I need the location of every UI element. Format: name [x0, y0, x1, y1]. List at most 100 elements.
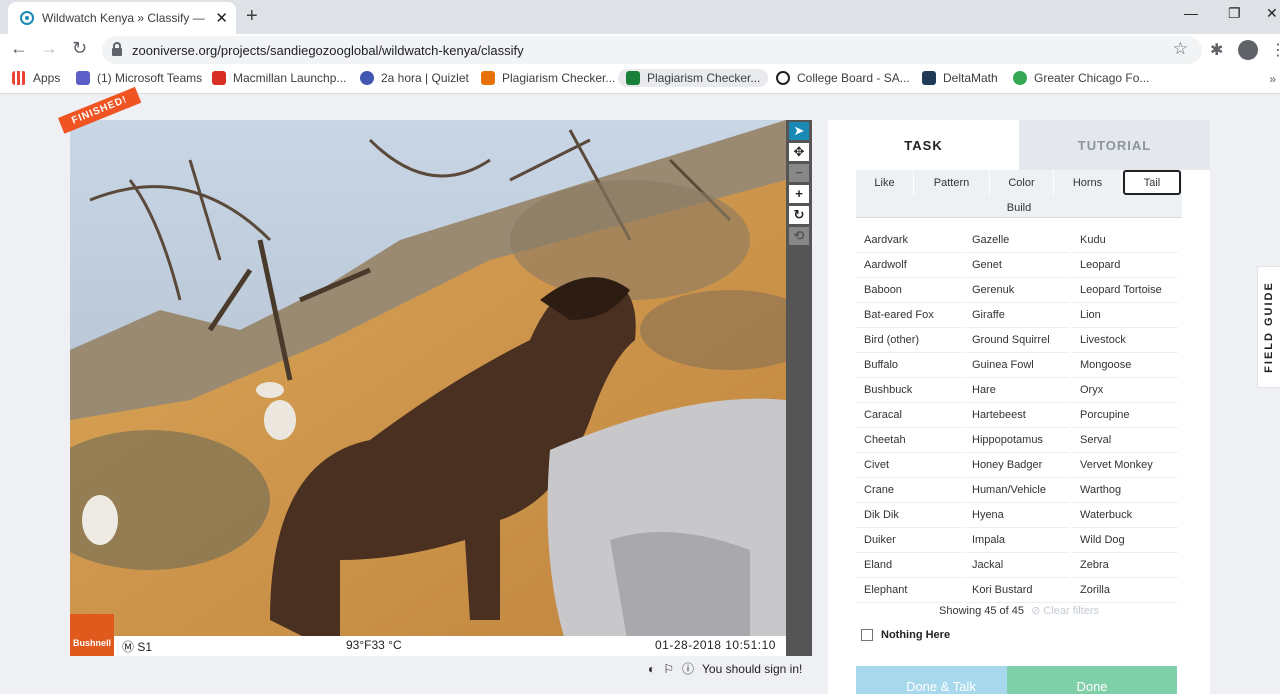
species-choice[interactable]: Oryx: [1072, 378, 1178, 403]
zoom-in-icon[interactable]: +: [789, 185, 809, 203]
species-choice[interactable]: Hyena: [964, 503, 1070, 528]
species-choice[interactable]: Guinea Fowl: [964, 353, 1070, 378]
filter-tail[interactable]: Tail: [1123, 170, 1181, 195]
species-choice[interactable]: Aardwolf: [856, 253, 962, 278]
species-choice[interactable]: Dik Dik: [856, 503, 962, 528]
species-choice[interactable]: Baboon: [856, 278, 962, 303]
species-choice[interactable]: Impala: [964, 528, 1070, 553]
filter-build[interactable]: Build: [856, 195, 1182, 220]
species-choice[interactable]: Serval: [1072, 428, 1178, 453]
bookmark-college-board[interactable]: College Board - SA...: [776, 71, 910, 85]
bookmark-quizlet[interactable]: 2a hora | Quizlet: [360, 71, 469, 85]
back-icon[interactable]: ←: [10, 38, 28, 59]
done-talk-button[interactable]: Done & Talk: [856, 666, 1026, 694]
restore-icon[interactable]: ❐: [1228, 5, 1241, 22]
flag-icon[interactable]: ⚐: [663, 662, 674, 676]
species-choice[interactable]: Hartebeest: [964, 403, 1070, 428]
species-choice[interactable]: Jackal: [964, 553, 1070, 578]
bookmark-plagiarism-1[interactable]: Plagiarism Checker...: [481, 71, 615, 85]
species-choice[interactable]: Caracal: [856, 403, 962, 428]
extensions-puzzle-icon[interactable]: ✱: [1210, 40, 1223, 60]
bookmark-star-icon[interactable]: ☆: [1173, 39, 1188, 59]
address-bar[interactable]: zooniverse.org/projects/sandiegozoogloba…: [102, 36, 1202, 64]
info-icon[interactable]: ⓘ: [682, 660, 694, 677]
species-choice[interactable]: Kudu: [1072, 228, 1178, 253]
pan-tool-icon[interactable]: ✥: [789, 143, 809, 161]
bookmark-plagiarism-2[interactable]: Plagiarism Checker...: [618, 69, 769, 87]
species-choice[interactable]: Zorilla: [1072, 578, 1178, 603]
species-choice[interactable]: Crane: [856, 478, 962, 503]
subject-image[interactable]: Bushnell Ⓜ S1 93°F33 °C 01-28-2018 10:51…: [70, 120, 786, 656]
more-bookmarks-icon[interactable]: »: [1269, 72, 1276, 86]
bookmark-macmillan[interactable]: Macmillan Launchp...: [212, 71, 346, 85]
species-choice[interactable]: Bushbuck: [856, 378, 962, 403]
minimize-icon[interactable]: —: [1184, 5, 1198, 21]
tab-title: Wildwatch Kenya » Classify — Zooniverse: [42, 11, 207, 25]
reload-icon[interactable]: ↻: [72, 38, 87, 59]
bookmark-teams[interactable]: (1) Microsoft Teams: [76, 71, 202, 85]
species-choice[interactable]: Honey Badger: [964, 453, 1070, 478]
checkbox-box[interactable]: [861, 629, 873, 641]
species-choice[interactable]: Giraffe: [964, 303, 1070, 328]
url-text: zooniverse.org/projects/sandiegozoogloba…: [132, 42, 524, 58]
species-choice[interactable]: Porcupine: [1072, 403, 1178, 428]
species-choice[interactable]: Elephant: [856, 578, 962, 603]
nothing-here-checkbox[interactable]: Nothing Here: [861, 629, 950, 641]
species-choice[interactable]: Hare: [964, 378, 1070, 403]
profile-avatar-icon[interactable]: [1238, 40, 1258, 60]
species-choice[interactable]: Mongoose: [1072, 353, 1178, 378]
rotate-icon[interactable]: ↻: [789, 206, 809, 224]
filter-like[interactable]: Like: [856, 170, 914, 195]
sign-in-notice[interactable]: You should sign in!: [702, 662, 802, 676]
done-button[interactable]: Done: [1007, 666, 1177, 694]
species-choice[interactable]: Aardvark: [856, 228, 962, 253]
bookmark-greater-chicago[interactable]: Greater Chicago Fo...: [1013, 71, 1149, 85]
bookmark-label: Plagiarism Checker...: [502, 71, 616, 85]
species-choice[interactable]: Ground Squirrel: [964, 328, 1070, 353]
species-choice[interactable]: Civet: [856, 453, 962, 478]
zoom-out-icon[interactable]: −: [789, 164, 809, 182]
species-choice[interactable]: Livestock: [1072, 328, 1178, 353]
species-choice[interactable]: Waterbuck: [1072, 503, 1178, 528]
species-choice[interactable]: Eland: [856, 553, 962, 578]
species-choice[interactable]: Zebra: [1072, 553, 1178, 578]
browser-tab[interactable]: Wildwatch Kenya » Classify — Zooniverse …: [8, 2, 236, 34]
species-choice[interactable]: Wild Dog: [1072, 528, 1178, 553]
species-choice[interactable]: Vervet Monkey: [1072, 453, 1178, 478]
bookmark-deltamath[interactable]: DeltaMath: [922, 71, 998, 85]
species-choice[interactable]: Duiker: [856, 528, 962, 553]
species-choice[interactable]: Warthog: [1072, 478, 1178, 503]
species-choice[interactable]: Lion: [1072, 303, 1178, 328]
species-choice[interactable]: Kori Bustard: [964, 578, 1070, 603]
species-choice[interactable]: Bird (other): [856, 328, 962, 353]
field-guide-tab[interactable]: FIELD GUIDE: [1257, 266, 1280, 388]
reset-icon[interactable]: ⟲: [789, 227, 809, 245]
bookmark-apps[interactable]: Apps: [12, 71, 60, 85]
clear-filters-button[interactable]: ⊘ Clear filters: [1031, 605, 1099, 617]
species-choice[interactable]: Gerenuk: [964, 278, 1070, 303]
new-tab-icon[interactable]: +: [246, 5, 258, 28]
filter-horns[interactable]: Horns: [1054, 170, 1122, 195]
pointer-tool-icon[interactable]: ➤: [789, 122, 809, 140]
species-choice[interactable]: Leopard Tortoise: [1072, 278, 1178, 303]
species-choice[interactable]: Gazelle: [964, 228, 1070, 253]
species-choice[interactable]: Human/Vehicle: [964, 478, 1070, 503]
species-choice[interactable]: Genet: [964, 253, 1070, 278]
tab-task[interactable]: TASK: [828, 120, 1019, 170]
tab-tutorial[interactable]: TUTORIAL: [1019, 120, 1210, 170]
close-tab-icon[interactable]: ✕: [215, 9, 228, 27]
bookmark-label: Apps: [33, 71, 61, 85]
species-choice[interactable]: Buffalo: [856, 353, 962, 378]
species-choice[interactable]: Bat-eared Fox: [856, 303, 962, 328]
menu-kebab-icon[interactable]: ⋮: [1270, 40, 1280, 60]
invert-icon[interactable]: ◐: [648, 662, 655, 676]
close-window-icon[interactable]: ✕: [1266, 5, 1278, 22]
task-tabs: TASK TUTORIAL: [828, 120, 1210, 170]
timestamp: 01-28-2018 10:51:10: [655, 638, 776, 652]
species-choice[interactable]: Leopard: [1072, 253, 1178, 278]
species-choice[interactable]: Hippopotamus: [964, 428, 1070, 453]
filter-color[interactable]: Color: [990, 170, 1054, 195]
species-choice[interactable]: Cheetah: [856, 428, 962, 453]
forward-icon[interactable]: →: [40, 38, 58, 59]
filter-pattern[interactable]: Pattern: [914, 170, 990, 195]
